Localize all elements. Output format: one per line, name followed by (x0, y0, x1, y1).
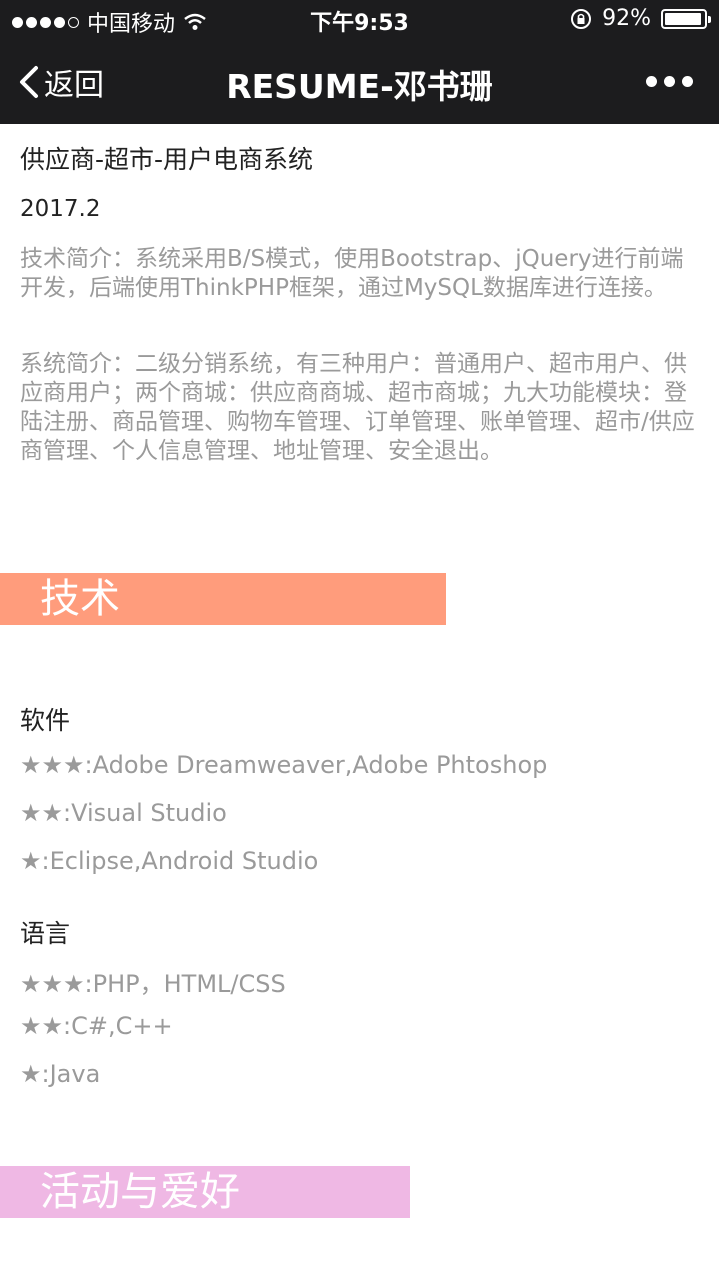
project-tech-intro: 技术简介：系统采用B/S模式，使用Bootstrap、jQuery进行前端开发，… (20, 246, 684, 301)
skill-row: ★★:Visual Studio (20, 799, 227, 827)
star-rating: ★★★ (20, 751, 85, 779)
language-title: 语言 (20, 919, 71, 948)
section-header-tech: 技术 (0, 573, 446, 625)
section-header-hobbies: 活动与爱好 (0, 1166, 410, 1218)
project-title: 供应商-超市-用户电商系统 (20, 145, 314, 174)
skill-text: :PHP，HTML/CSS (84, 970, 286, 998)
star-rating: ★★ (20, 799, 64, 827)
section-label-hobbies: 活动与爱好 (40, 1169, 240, 1215)
skill-text: :Adobe Dreamweaver,Adobe Phtoshop (84, 751, 548, 779)
orientation-lock-icon (571, 8, 592, 29)
nav-bar: 返回 RESUME-邓书珊 (0, 38, 719, 124)
project-date: 2017.2 (20, 196, 101, 222)
skill-text: :C#,C++ (63, 1012, 173, 1040)
skill-row: ★★:C#,C++ (20, 1012, 173, 1040)
star-rating: ★ (20, 847, 42, 875)
more-button[interactable] (646, 76, 693, 87)
skill-text: :Java (41, 1060, 101, 1088)
project-system-intro: 系统简介：二级分销系统，有三种用户：普通用户、超市用户、供应商用户；两个商城：供… (20, 351, 695, 464)
skill-text: :Visual Studio (63, 799, 227, 827)
star-rating: ★ (20, 1060, 42, 1088)
status-bar: 中国移动 下午9:53 92% (0, 0, 719, 38)
star-rating: ★★★ (20, 970, 85, 998)
skill-text: :Eclipse,Android Studio (41, 847, 319, 875)
battery-icon (661, 8, 711, 29)
skill-row: ★★★:Adobe Dreamweaver,Adobe Phtoshop (20, 751, 547, 779)
page-title: RESUME-邓书珊 (226, 67, 493, 106)
battery-percent: 92% (602, 6, 651, 31)
status-right: 92% (570, 6, 711, 31)
section-label-tech: 技术 (40, 576, 120, 622)
skill-row: ★:Eclipse,Android Studio (20, 847, 318, 875)
skill-row: ★★★:PHP，HTML/CSS (20, 964, 286, 999)
more-icon (646, 76, 657, 87)
star-rating: ★★ (20, 1012, 64, 1040)
skill-row: ★:Java (20, 1060, 100, 1088)
software-title: 软件 (20, 706, 71, 735)
